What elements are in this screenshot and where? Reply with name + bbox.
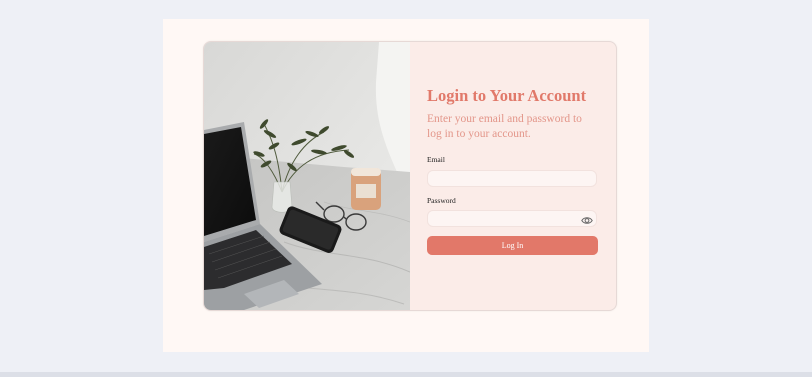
- hero-image: [204, 42, 410, 310]
- login-card: Login to Your Account Enter your email a…: [203, 41, 617, 311]
- login-subtitle: Enter your email and password to log in …: [427, 113, 582, 140]
- email-label: Email: [427, 155, 445, 164]
- page-title: Login to Your Account: [427, 86, 587, 105]
- login-button[interactable]: Log In: [427, 236, 598, 255]
- password-field[interactable]: [427, 210, 597, 227]
- password-label: Password: [427, 196, 456, 205]
- workspace-illustration: [204, 42, 410, 310]
- login-form: Login to Your Account Enter your email a…: [410, 42, 616, 310]
- page-container: Login to Your Account Enter your email a…: [163, 19, 649, 352]
- window-bottom-edge: [0, 372, 812, 377]
- email-field[interactable]: [427, 170, 597, 187]
- eye-icon[interactable]: [581, 213, 593, 224]
